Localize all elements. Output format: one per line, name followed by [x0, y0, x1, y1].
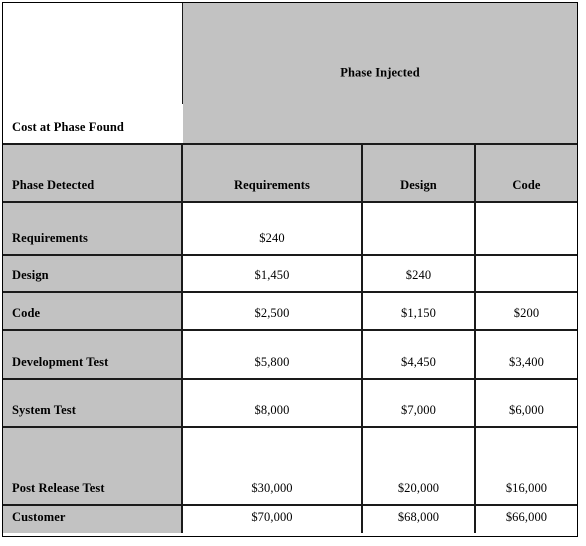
row-label: System Test: [12, 402, 76, 417]
phase-detected-header-cell: Phase Detected: [3, 145, 183, 201]
cell-value: $4,450: [401, 354, 436, 369]
cell-value: $68,000: [397, 509, 440, 524]
phase-detected-label: Phase Detected: [12, 177, 95, 192]
cell-value: $240: [259, 230, 285, 245]
data-cell: $1,150: [363, 293, 476, 329]
row-header-cell: Post Release Test: [3, 428, 183, 504]
table-row: Customer $70,000 $68,000 $66,000: [3, 506, 577, 533]
cell-value: $1,450: [254, 267, 290, 282]
data-cell: [363, 203, 476, 254]
cell-value: $70,000: [251, 509, 293, 524]
cell-value: $20,000: [397, 480, 440, 495]
data-cell: [476, 256, 577, 291]
data-cell: $68,000: [363, 506, 476, 533]
data-cell: $20,000: [363, 428, 476, 504]
data-cell: $16,000: [476, 428, 577, 504]
data-cell: $3,400: [476, 331, 577, 378]
cell-value: $200: [513, 305, 540, 320]
corner-cell: Cost at Phase Found: [3, 3, 184, 143]
data-cell: $200: [476, 293, 577, 329]
row-label: Development Test: [12, 354, 109, 369]
data-cell: $2,500: [183, 293, 363, 329]
row-header-cell: Customer: [3, 506, 183, 533]
data-cell: $8,000: [183, 380, 363, 426]
table-grid: Phase Detected Requirements Design Code …: [3, 145, 577, 536]
row-label: Post Release Test: [12, 480, 105, 495]
cell-value: $8,000: [254, 402, 290, 417]
cell-value: $6,000: [509, 402, 544, 417]
data-cell: $7,000: [363, 380, 476, 426]
data-cell: $4,450: [363, 331, 476, 378]
table-row: Code $2,500 $1,150 $200: [3, 293, 577, 331]
data-cell: $240: [183, 203, 363, 254]
row-header-cell: System Test: [3, 380, 183, 426]
cell-value: $1,150: [401, 305, 436, 320]
row-header-cell: Design: [3, 256, 183, 291]
table-row: Post Release Test $30,000 $20,000 $16,00…: [3, 428, 577, 506]
data-cell: $70,000: [183, 506, 363, 533]
data-cell: $30,000: [183, 428, 363, 504]
cell-value: $16,000: [505, 480, 548, 495]
data-cell: [476, 203, 577, 254]
data-cell: $5,800: [183, 331, 363, 378]
phase-injected-label: Phase Injected: [340, 65, 420, 80]
phase-injected-banner-cell: Phase Injected: [183, 3, 577, 143]
cost-matrix-table: Cost at Phase Found Phase Injected Phase…: [2, 2, 578, 537]
data-cell: $66,000: [476, 506, 577, 533]
cell-value: $30,000: [251, 480, 293, 495]
column-header-label: Code: [512, 177, 541, 192]
table-row: Design $1,450 $240: [3, 256, 577, 293]
row-label: Design: [12, 267, 49, 282]
data-cell: $6,000: [476, 380, 577, 426]
cell-value: $2,500: [254, 305, 290, 320]
column-header-row: Phase Detected Requirements Design Code: [3, 145, 577, 203]
cell-value: $5,800: [254, 354, 290, 369]
table-row: Requirements $240: [3, 203, 577, 256]
row-header-cell: Development Test: [3, 331, 183, 378]
cell-value: $240: [405, 267, 432, 282]
page-canvas: Cost at Phase Found Phase Injected Phase…: [0, 0, 586, 546]
row-label: Customer: [12, 509, 66, 524]
column-header-design: Design: [363, 145, 476, 201]
cell-value: $3,400: [509, 354, 544, 369]
cost-at-phase-found-label: Cost at Phase Found: [12, 120, 124, 134]
column-header-code: Code: [476, 145, 577, 201]
cell-value: $66,000: [505, 509, 548, 524]
row-label: Code: [12, 305, 41, 320]
data-cell: $240: [363, 256, 476, 291]
cell-value: $7,000: [401, 402, 436, 417]
data-cell: $1,450: [183, 256, 363, 291]
row-header-cell: Code: [3, 293, 183, 329]
column-header-label: Requirements: [234, 177, 310, 192]
row-label: Requirements: [12, 230, 88, 245]
column-header-requirements: Requirements: [183, 145, 363, 201]
table-row: Development Test $5,800 $4,450 $3,400: [3, 331, 577, 380]
row-header-cell: Requirements: [3, 203, 183, 254]
table-row: System Test $8,000 $7,000 $6,000: [3, 380, 577, 428]
table-banner-row: Cost at Phase Found Phase Injected: [3, 3, 577, 143]
column-header-label: Design: [400, 177, 437, 192]
